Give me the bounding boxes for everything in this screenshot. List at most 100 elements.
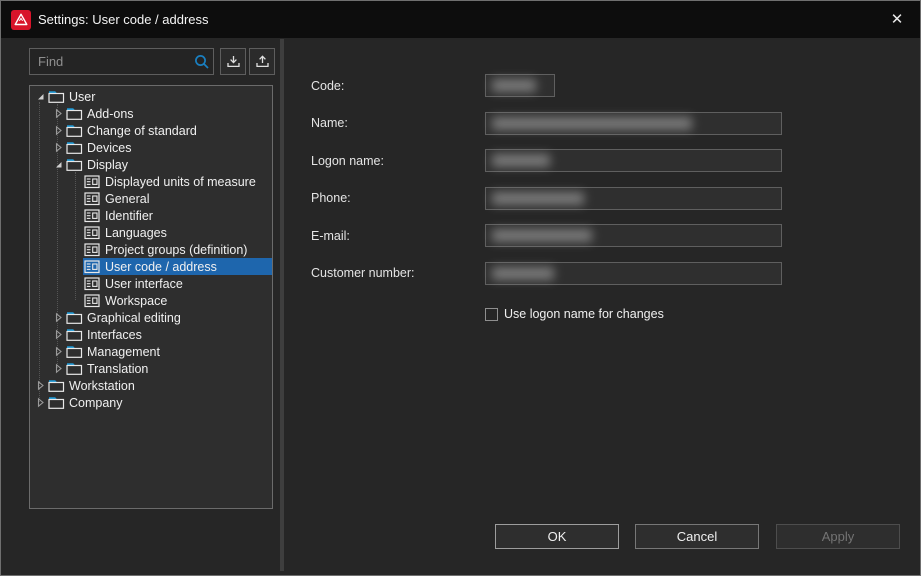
tree-item-content: Translation — [65, 360, 272, 377]
code-field[interactable] — [485, 74, 555, 97]
redacted-value — [492, 79, 536, 92]
e-mail-field[interactable] — [485, 224, 782, 247]
expander-spacer — [70, 226, 83, 239]
expand-arrow-icon[interactable] — [52, 124, 65, 137]
tree-item-graphical-editing[interactable]: Graphical editing — [30, 309, 272, 326]
tree-item-user-interface[interactable]: User interface — [30, 275, 272, 292]
tree-item-content: Company — [47, 394, 272, 411]
folder-icon — [66, 158, 83, 172]
expand-arrow-icon[interactable] — [52, 311, 65, 324]
name-field[interactable] — [485, 112, 782, 135]
tree-item-languages[interactable]: Languages — [30, 224, 272, 241]
tree-item-label: Change of standard — [87, 124, 197, 138]
tree-item-content: User interface — [83, 275, 272, 292]
expand-arrow-icon[interactable] — [52, 141, 65, 154]
import-settings-button[interactable] — [220, 48, 246, 75]
phone-field[interactable] — [485, 187, 782, 210]
form-row-phone: Phone: — [311, 187, 782, 210]
tree-item-label: User — [69, 90, 95, 104]
tree-item-project-groups-definition[interactable]: Project groups (definition) — [30, 241, 272, 258]
tree-item-label: General — [105, 192, 149, 206]
tree-item-management[interactable]: Management — [30, 343, 272, 360]
tree-item-label: Translation — [87, 362, 148, 376]
tree-item-label: Interfaces — [87, 328, 142, 342]
tree-item-content: Change of standard — [65, 122, 272, 139]
cancel-button[interactable]: Cancel — [635, 524, 759, 549]
tree-item-content: Add-ons — [65, 105, 272, 122]
field-label: Logon name: — [311, 154, 485, 168]
close-icon[interactable]: ✕ — [882, 5, 912, 33]
pane-splitter[interactable] — [280, 39, 284, 571]
tree-item-user[interactable]: User — [30, 88, 272, 105]
customer-number-field[interactable] — [485, 262, 782, 285]
tree-item-add-ons[interactable]: Add-ons — [30, 105, 272, 122]
tree-item-interfaces[interactable]: Interfaces — [30, 326, 272, 343]
settings-tree-panel: UserAdd-ons Change of standardDevices Disp… — [29, 85, 273, 509]
tree-item-content: Management — [65, 343, 272, 360]
tree-item-workstation[interactable]: Workstation — [30, 377, 272, 394]
logon-name-field[interactable] — [485, 149, 782, 172]
expander-spacer — [70, 175, 83, 188]
field-label: E-mail: — [311, 229, 485, 243]
tree-item-label: Workstation — [69, 379, 135, 393]
tree-item-label: Graphical editing — [87, 311, 181, 325]
tree-item-content: Graphical editing — [65, 309, 272, 326]
collapse-arrow-icon[interactable] — [34, 90, 47, 103]
expand-arrow-icon[interactable] — [52, 345, 65, 358]
folder-icon — [48, 396, 65, 410]
settings-page-icon — [84, 209, 101, 223]
folder-icon — [66, 141, 83, 155]
tree-item-label: Display — [87, 158, 128, 172]
field-label: Code: — [311, 79, 485, 93]
settings-tree: UserAdd-ons Change of standardDevices Disp… — [30, 86, 272, 411]
user-address-form: Code: Name: Logon name: Phone: E-mail: Custom… — [311, 74, 782, 299]
tree-item-devices[interactable]: Devices — [30, 139, 272, 156]
tree-item-change-of-standard[interactable]: Change of standard — [30, 122, 272, 139]
expander-spacer — [70, 260, 83, 273]
checkbox-label: Use logon name for changes — [504, 307, 664, 321]
tree-item-label: Company — [69, 396, 123, 410]
tree-item-display[interactable]: Display — [30, 156, 272, 173]
tree-item-label: Identifier — [105, 209, 153, 223]
expander-spacer — [70, 277, 83, 290]
form-row-name: Name: — [311, 112, 782, 135]
settings-page-icon — [84, 294, 101, 308]
tree-item-general[interactable]: General — [30, 190, 272, 207]
folder-icon — [66, 362, 83, 376]
expand-arrow-icon[interactable] — [52, 328, 65, 341]
tree-item-content: Devices — [65, 139, 272, 156]
expand-arrow-icon[interactable] — [34, 396, 47, 409]
expander-spacer — [70, 294, 83, 307]
tree-item-label: Workspace — [105, 294, 167, 308]
tree-item-label: User code / address — [105, 260, 217, 274]
form-row-customer-number: Customer number: — [311, 262, 782, 285]
tree-item-content: Interfaces — [65, 326, 272, 343]
tree-item-content: General — [83, 190, 272, 207]
form-row-e-mail: E-mail: — [311, 224, 782, 247]
redacted-value — [492, 192, 584, 205]
settings-page-icon — [84, 260, 101, 274]
apply-button[interactable]: Apply — [776, 524, 900, 549]
expand-arrow-icon[interactable] — [52, 107, 65, 120]
tree-item-workspace[interactable]: Workspace — [30, 292, 272, 309]
expander-spacer — [70, 209, 83, 222]
tree-item-identifier[interactable]: Identifier — [30, 207, 272, 224]
use-logon-name-checkbox[interactable]: Use logon name for changes — [485, 307, 664, 321]
checkbox-box-icon[interactable] — [485, 308, 498, 321]
expand-arrow-icon[interactable] — [34, 379, 47, 392]
field-label: Name: — [311, 116, 485, 130]
tree-item-translation[interactable]: Translation — [30, 360, 272, 377]
expand-arrow-icon[interactable] — [52, 362, 65, 375]
collapse-arrow-icon[interactable] — [52, 158, 65, 171]
tree-item-displayed-units-of-measure[interactable]: Displayed units of measure — [30, 173, 272, 190]
redacted-value — [492, 267, 554, 280]
export-settings-button[interactable] — [249, 48, 275, 75]
folder-icon — [66, 107, 83, 121]
settings-page-icon — [84, 243, 101, 257]
search-input[interactable] — [29, 48, 214, 75]
tree-item-content: Display — [65, 156, 272, 173]
tree-item-user-code-address[interactable]: User code / address — [30, 258, 272, 275]
expander-spacer — [70, 243, 83, 256]
ok-button[interactable]: OK — [495, 524, 619, 549]
tree-item-company[interactable]: Company — [30, 394, 272, 411]
